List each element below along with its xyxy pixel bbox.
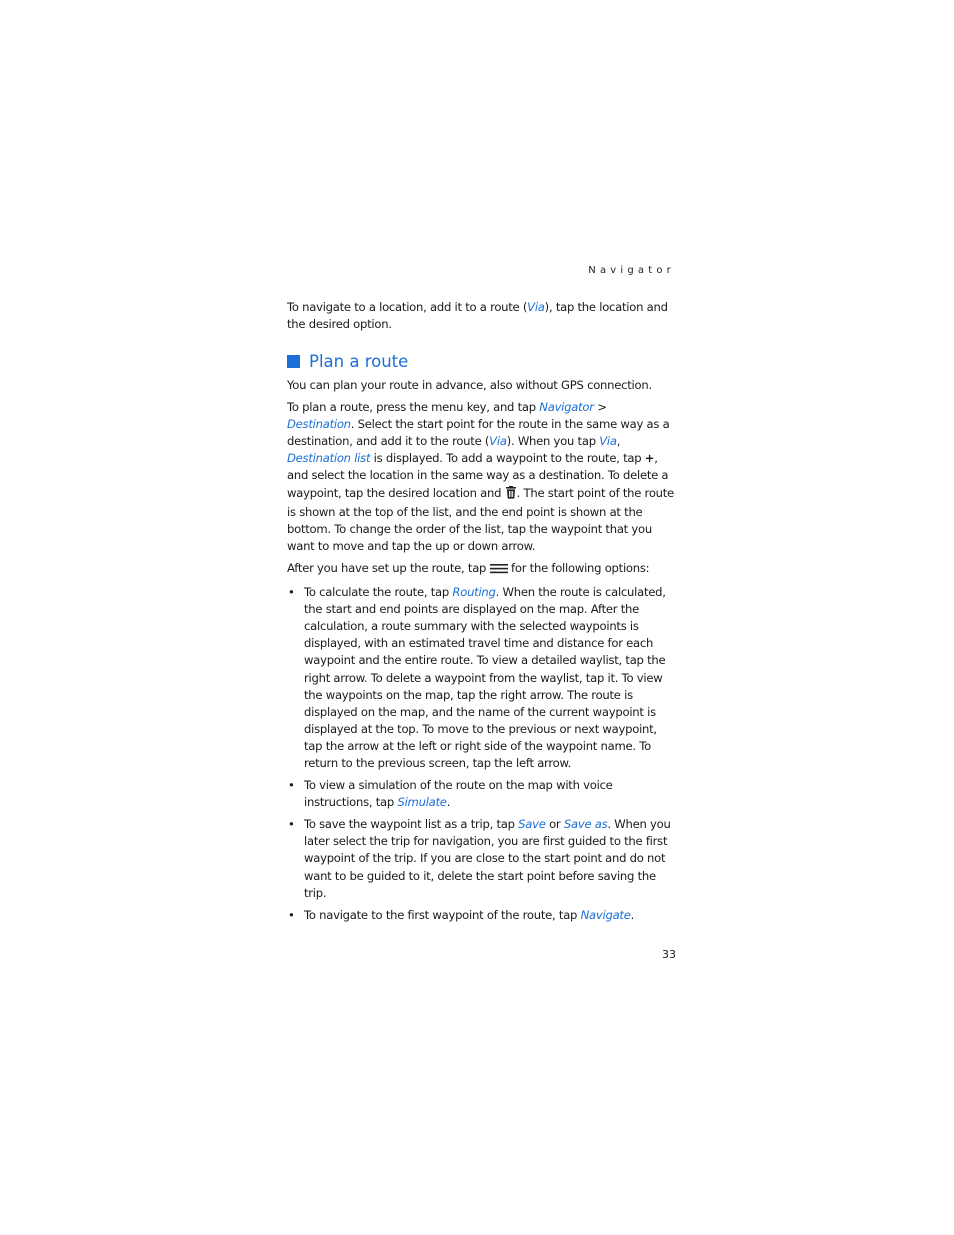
intro-paragraph: To navigate to a location, add it to a r… [287, 299, 677, 333]
text: > [593, 400, 607, 415]
save-link[interactable]: Save [518, 817, 546, 831]
via-link[interactable]: Via [489, 434, 507, 448]
trash-icon [505, 485, 517, 504]
text: ). When you tap [506, 434, 600, 449]
text: for the following options: [507, 560, 650, 575]
paragraph-gps: You can plan your route in advance, also… [287, 378, 652, 392]
bullet-icon: • [288, 778, 295, 793]
text: After you have set up the route, tap [287, 560, 490, 575]
text: or [545, 817, 564, 832]
save-as-link[interactable]: Save as [564, 817, 608, 831]
running-header: Navigator [588, 265, 675, 276]
text: is displayed. To add a waypoint to the r… [370, 451, 645, 466]
destination-link[interactable]: Destination [287, 417, 351, 431]
bullet-icon: • [288, 817, 295, 832]
paragraph-plan: To plan a route, press the menu key, and… [287, 399, 677, 555]
navigate-link[interactable]: Navigate [581, 908, 631, 922]
intro-text: To navigate to a location, add it to a r… [287, 300, 528, 314]
text: To calculate the route, tap [304, 585, 453, 600]
text: . [630, 907, 635, 922]
section-heading: Plan a route [287, 352, 408, 371]
destination-list-link[interactable]: Destination list [287, 451, 371, 465]
text: To save the waypoint list as a trip, tap [304, 817, 519, 832]
list-item: • To calculate the route, tap Routing. W… [287, 584, 677, 772]
section-body: You can plan your route in advance, also… [287, 377, 677, 929]
navigator-link[interactable]: Navigator [539, 400, 594, 414]
list-item: • To save the waypoint list as a trip, t… [287, 816, 677, 901]
section-title: Plan a route [309, 352, 409, 371]
text: To view a simulation of the route on the… [304, 778, 613, 810]
page-number: 33 [662, 948, 676, 961]
plus-icon: + [644, 451, 655, 466]
via-link[interactable]: Via [527, 300, 545, 314]
heading-square-icon [287, 355, 300, 368]
text: . [446, 795, 451, 810]
routing-link[interactable]: Routing [452, 585, 495, 599]
paragraph-options: After you have set up the route, tap for… [287, 560, 677, 579]
bullet-icon: • [288, 585, 295, 600]
text: To navigate to the first waypoint of the… [304, 907, 581, 922]
list-item: • To view a simulation of the route on t… [287, 777, 677, 811]
simulate-link[interactable]: Simulate [397, 795, 446, 809]
text: . When the route is calculated, the star… [304, 585, 666, 770]
bullet-icon: • [288, 907, 295, 922]
text: To plan a route, press the menu key, and… [287, 400, 540, 415]
list-item: • To navigate to the first waypoint of t… [287, 907, 677, 924]
options-list: • To calculate the route, tap Routing. W… [287, 584, 677, 924]
via-link[interactable]: Via [599, 434, 617, 448]
text: , [616, 434, 621, 449]
menu-icon [489, 562, 508, 579]
